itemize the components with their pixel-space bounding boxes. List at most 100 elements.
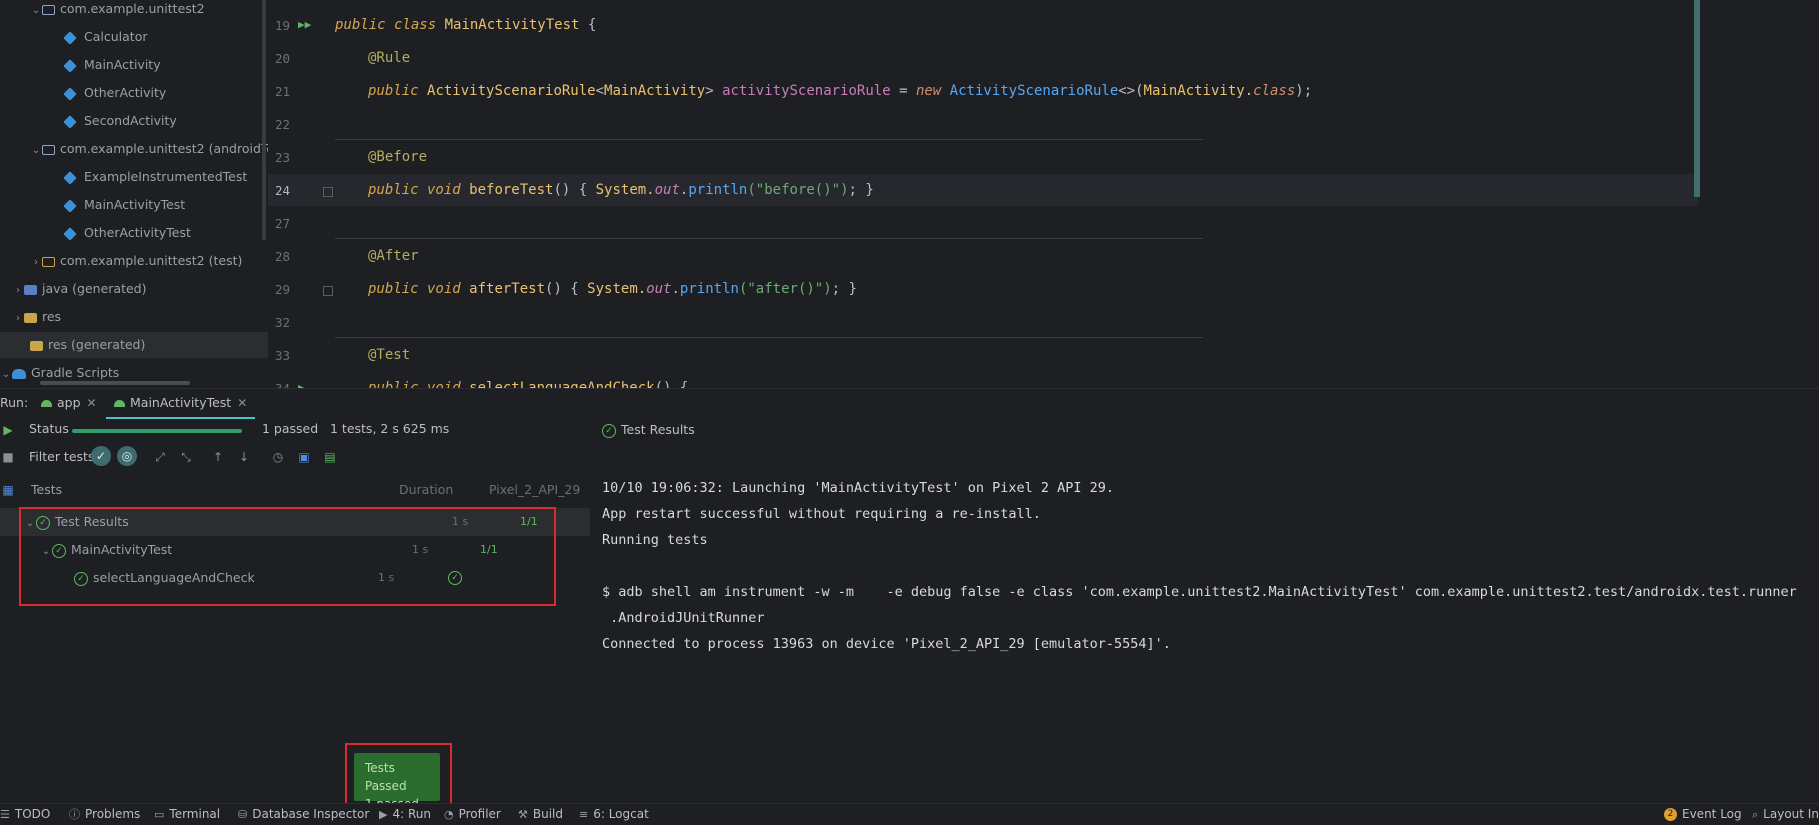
code-line: public void beforeTest() { System.out.pr… [368, 182, 874, 198]
chevron-right-icon[interactable]: › [12, 306, 24, 332]
profiler-button[interactable]: ◔ Profiler [444, 804, 501, 825]
logcat-button[interactable]: ≡ 6: Logcat [579, 804, 649, 825]
method-separator [335, 139, 1203, 140]
tree-item-package[interactable]: ⌄ com.example.unittest2 (androidTest) [0, 136, 268, 162]
status-label: Status [29, 421, 69, 436]
tree-item-folder[interactable]: › java (generated) [0, 276, 268, 302]
tree-scrollbar[interactable] [262, 0, 266, 240]
export-icon[interactable]: ▤ [322, 449, 338, 465]
test-summary: 1 tests, 2 s 625 ms [330, 421, 450, 436]
tree-horizontal-scrollbar[interactable] [40, 381, 190, 385]
code-editor[interactable]: 19 ▶▶ 20 21 22 23 24 27 28 29 32 33 34 ▶… [268, 0, 1819, 388]
layout-icon[interactable]: ▦ [0, 482, 16, 498]
tree-item-class[interactable]: Calculator [0, 24, 268, 50]
passed-icon: ✓ [602, 423, 616, 438]
code-line: public void selectLanguageAndCheck() { [368, 380, 689, 388]
stop-icon[interactable]: ■ [0, 449, 16, 465]
folder-icon [24, 284, 37, 295]
class-icon [63, 114, 77, 129]
package-icon [42, 256, 55, 267]
passed-count: 1 passed [262, 421, 319, 436]
previous-icon[interactable]: ↑ [210, 449, 226, 465]
button-label: Layout Ins [1763, 807, 1819, 821]
todo-button[interactable]: ☰ TODO [0, 804, 50, 825]
duration-column-header[interactable]: Duration [399, 476, 453, 504]
fold-icon[interactable] [323, 187, 333, 197]
tree-item-label: OtherActivityTest [84, 225, 191, 240]
fold-icon[interactable] [323, 286, 333, 296]
close-icon[interactable]: ✕ [87, 396, 97, 410]
tree-item-folder[interactable]: res (generated) [0, 332, 268, 358]
event-log-button[interactable]: 2 Event Log [1664, 804, 1742, 825]
line-number: 21 [274, 84, 290, 99]
chevron-down-icon[interactable]: ⌄ [0, 362, 12, 388]
status-progress-bar [72, 429, 242, 433]
editor-scrollbar[interactable] [1694, 0, 1700, 197]
rerun-icon[interactable]: ▶ [0, 422, 16, 438]
tab-mainactivitytest[interactable]: MainActivityTest ✕ [106, 389, 256, 419]
console-line: $ adb shell am instrument -w -m -e debug… [602, 584, 1797, 600]
next-icon[interactable]: ↓ [236, 449, 252, 465]
console-title-label: Test Results [621, 422, 695, 437]
chevron-right-icon[interactable]: › [30, 250, 42, 276]
chevron-right-icon[interactable]: › [12, 278, 24, 304]
line-number: 29 [274, 282, 290, 297]
event-count-badge: 2 [1664, 808, 1677, 821]
console-panel[interactable]: ✓ Test Results 10/10 19:06:32: Launching … [596, 416, 1819, 796]
terminal-button[interactable]: ▭ Terminal [154, 804, 220, 825]
class-icon [63, 58, 77, 73]
problems-button[interactable]: ⓘ Problems [69, 804, 140, 825]
run-button[interactable]: ▶ 4: Run [379, 804, 431, 825]
tree-item-package[interactable]: › com.example.unittest2 (test) [0, 248, 268, 274]
line-number: 20 [274, 51, 290, 66]
run-test-icon[interactable]: ▶ [298, 381, 305, 388]
button-label: Terminal [169, 807, 221, 821]
tree-item-label: res [42, 309, 62, 324]
device-column-header[interactable]: Pixel_2_API_29 [489, 476, 580, 504]
tab-app[interactable]: app ✕ [41, 389, 97, 417]
line-number: 19 [274, 18, 290, 33]
tree-item-class[interactable]: OtherActivityTest [0, 220, 268, 246]
button-label: Database Inspector [252, 807, 370, 821]
code-line: @After [368, 248, 419, 264]
import-icon[interactable]: ▣ [296, 449, 312, 465]
code-line: public ActivityScenarioRule<MainActivity… [368, 83, 1313, 99]
run-all-icon[interactable]: ▶▶ [298, 18, 311, 31]
code-line: public class MainActivityTest { [335, 17, 597, 33]
tree-item-package[interactable]: ⌄ com.example.unittest2 [0, 0, 268, 22]
class-icon [63, 170, 77, 185]
database-inspector-button[interactable]: ⛁ Database Inspector [238, 804, 369, 825]
show-ignored-icon[interactable]: ◎ [117, 446, 137, 466]
tree-item-label: MainActivity [84, 57, 161, 72]
tree-item-label: ExampleInstrumentedTest [84, 169, 248, 184]
layout-inspector-button[interactable]: ⌕ Layout Ins [1752, 804, 1819, 825]
tree-item-class[interactable]: OtherActivity [0, 80, 268, 106]
tree-item-class[interactable]: ExampleInstrumentedTest [0, 164, 268, 190]
expand-all-icon[interactable]: ⤢ [152, 449, 168, 465]
tests-column-header[interactable]: Tests [31, 476, 62, 504]
collapse-all-icon[interactable]: ⤡ [178, 449, 194, 465]
class-icon [63, 198, 77, 213]
tab-label: app [57, 395, 81, 410]
highlight-box [19, 507, 556, 606]
chevron-down-icon[interactable]: ⌄ [30, 138, 42, 164]
android-icon [41, 400, 52, 407]
close-icon[interactable]: ✕ [237, 396, 247, 410]
show-passed-icon[interactable]: ✓ [91, 446, 111, 466]
chevron-down-icon[interactable]: ⌄ [30, 0, 42, 24]
code-line: @Test [368, 347, 411, 363]
console-line: .AndroidJUnitRunner [602, 610, 765, 626]
tree-item-class[interactable]: SecondActivity [0, 108, 268, 134]
tree-item-label: Calculator [84, 29, 148, 44]
info-icon: ⓘ [69, 808, 80, 821]
tree-item-class[interactable]: MainActivity [0, 52, 268, 78]
build-button[interactable]: ⚒ Build [518, 804, 563, 825]
tree-item-label: OtherActivity [84, 85, 167, 100]
tree-item-class[interactable]: MainActivityTest [0, 192, 268, 218]
console-line: Connected to process 13963 on device 'Pi… [602, 636, 1171, 652]
database-icon: ⛁ [238, 808, 248, 821]
todo-icon: ☰ [0, 808, 10, 821]
history-icon[interactable]: ◷ [270, 449, 286, 465]
tree-item-folder[interactable]: › res [0, 304, 268, 330]
line-number: 24 [274, 183, 290, 198]
